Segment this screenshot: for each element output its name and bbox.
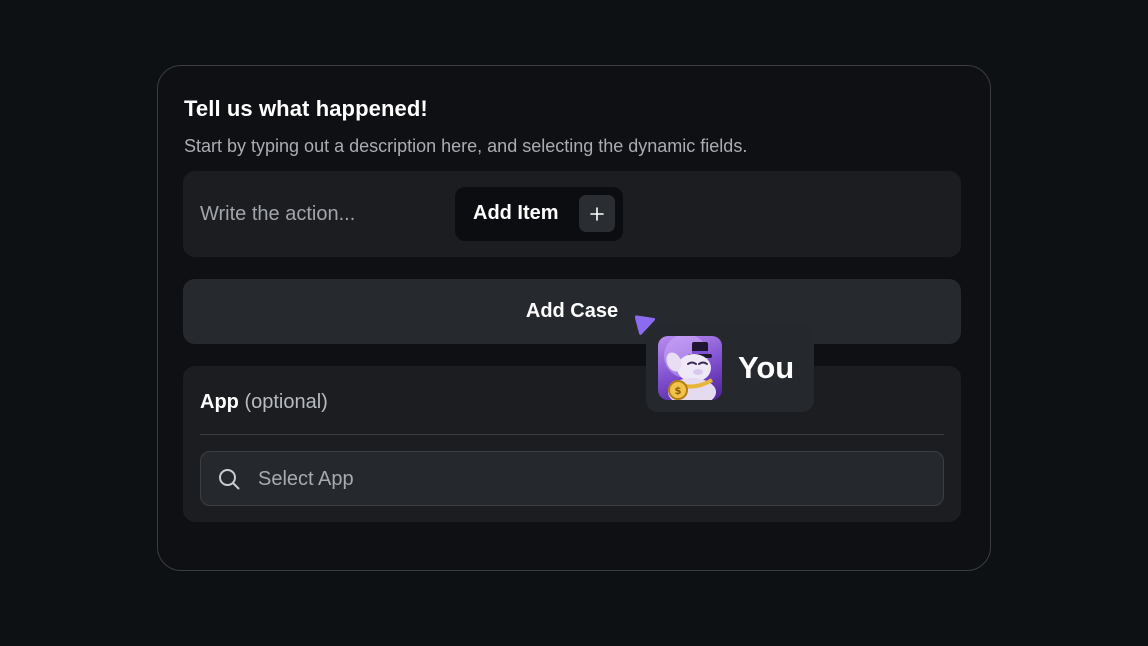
app-section: App (optional) Select App [183, 366, 961, 522]
search-icon [217, 467, 241, 491]
form-subtitle: Start by typing out a description here, … [184, 136, 748, 156]
plus-icon[interactable] [579, 195, 615, 232]
app-label-text: App [200, 391, 239, 413]
presence-user-label: You [738, 350, 795, 385]
app-optional-text: (optional) [244, 391, 328, 413]
add-item-label: Add Item [473, 202, 559, 224]
select-app-placeholder[interactable]: Select App [258, 468, 354, 491]
action-input-row[interactable]: Write the action... Add Item [183, 171, 961, 257]
add-item-button[interactable]: Add Item [455, 187, 623, 241]
presence-tag: $ You [646, 324, 814, 412]
app-field-label: App (optional) [200, 391, 328, 414]
case-form-card: Tell us what happened! Start by typing o… [157, 65, 991, 571]
add-case-label: Add Case [525, 300, 619, 322]
svg-text:$: $ [675, 386, 682, 397]
divider [200, 434, 944, 435]
action-input-placeholder[interactable]: Write the action... [200, 203, 355, 226]
add-case-button[interactable]: Add Case [183, 279, 961, 344]
select-app-input[interactable]: Select App [200, 451, 944, 506]
form-title: Tell us what happened! [184, 96, 428, 121]
avatar: $ [658, 336, 722, 400]
